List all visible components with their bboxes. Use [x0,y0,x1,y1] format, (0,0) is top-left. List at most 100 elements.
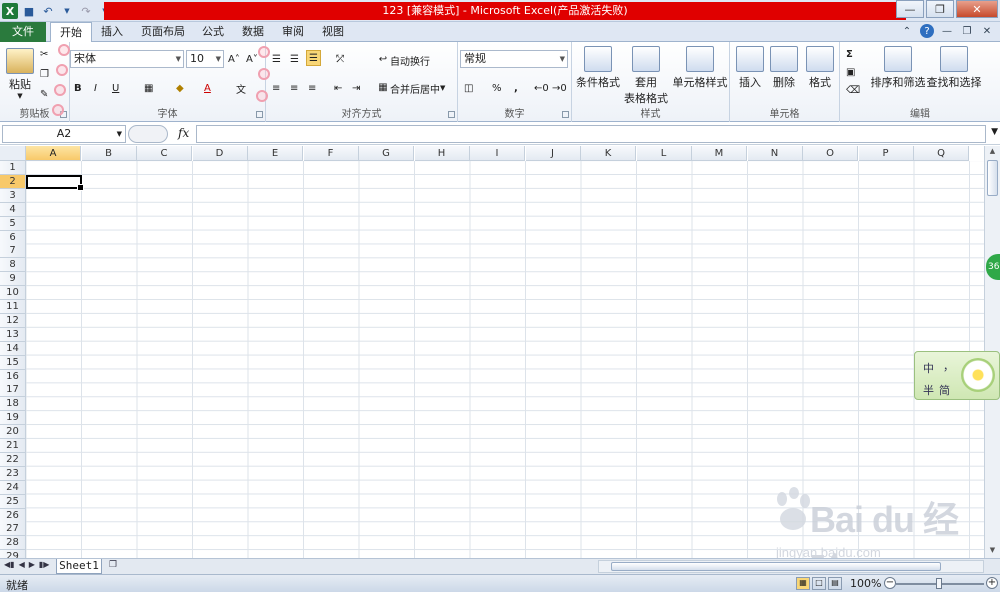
row-header[interactable]: 3 [0,188,26,203]
zoom-slider-knob[interactable] [936,578,942,589]
alignment-launcher-icon[interactable] [448,111,455,118]
fill-color-icon[interactable]: ◆ [176,80,184,96]
row-header[interactable]: 5 [0,216,26,231]
ime-toolbar[interactable]: 中 ， 半 简 [914,351,1000,400]
increase-indent-icon[interactable]: ⇥ [352,80,360,96]
decrease-decimal-icon[interactable]: →0 [552,80,567,96]
column-header[interactable]: F [303,146,359,161]
row-header[interactable]: 24 [0,480,26,495]
expand-formula-icon[interactable]: ▼ [991,127,998,137]
format-cells-button[interactable]: 格式 [804,46,836,90]
align-left-icon[interactable]: ≡ [272,80,280,96]
grow-font-icon[interactable]: A˄ [228,51,240,67]
column-header[interactable]: N [747,146,803,161]
window-minimize-icon[interactable]: — [940,24,954,38]
row-header[interactable]: 17 [0,383,26,398]
ime-language[interactable]: 中 [923,360,934,376]
first-sheet-icon[interactable]: ◀▮ [4,560,15,569]
zoom-out-button[interactable]: − [884,577,896,589]
column-header[interactable]: J [525,146,581,161]
column-header[interactable]: H [414,146,470,161]
font-size-combo[interactable]: 10 ▼ [186,50,224,68]
column-header[interactable]: E [248,146,303,161]
next-sheet-icon[interactable]: ▶ [29,560,35,569]
row-header[interactable]: 15 [0,355,26,370]
restore-button[interactable]: ❐ [926,0,954,18]
delete-cells-button[interactable]: 删除 [768,46,800,90]
active-cell[interactable] [26,175,84,191]
paste-button[interactable]: 粘贴 ▼ [4,48,36,100]
column-header[interactable]: P [858,146,914,161]
row-header[interactable]: 12 [0,313,26,328]
tab-formulas[interactable]: 公式 [198,22,228,42]
minimize-button[interactable]: — [896,0,924,18]
window-close-icon[interactable]: ✕ [980,24,994,38]
tab-view[interactable]: 视图 [318,22,348,42]
comma-button[interactable]: , [514,80,518,96]
align-top-icon[interactable]: ☰ [272,51,281,67]
tab-page-layout[interactable]: 页面布局 [136,22,190,42]
row-header[interactable]: 13 [0,327,26,342]
zoom-in-button[interactable]: + [986,577,998,589]
increase-decimal-icon[interactable]: ←0 [534,80,549,96]
font-name-combo[interactable]: 宋体 ▼ [70,50,184,68]
copy-icon[interactable]: ❐ [40,66,49,82]
row-header[interactable]: 8 [0,258,26,273]
merge-center-button[interactable]: ▦ 合并后居中 ▼ [376,80,445,96]
row-header[interactable]: 19 [0,411,26,426]
number-launcher-icon[interactable] [562,111,569,118]
ime-charset[interactable]: 简 [939,382,950,398]
align-middle-icon[interactable]: ☰ [290,51,299,67]
insert-sheet-icon[interactable]: ❐ [104,560,122,573]
align-bottom-icon[interactable]: ☰ [306,50,321,66]
help-icon[interactable]: ? [920,24,934,38]
column-header[interactable]: B [81,146,137,161]
find-select-button[interactable]: 查找和选择 [926,46,982,90]
conditional-format-button[interactable]: 条件格式 [574,46,622,90]
row-header[interactable]: 9 [0,272,26,287]
row-header[interactable]: 1 [0,161,26,175]
align-right-icon[interactable]: ≡ [308,80,316,96]
underline-button[interactable]: U [112,80,119,96]
select-all-corner[interactable] [0,146,26,161]
row-header[interactable]: 25 [0,494,26,509]
tab-insert[interactable]: 插入 [96,22,128,42]
row-header[interactable]: 11 [0,300,26,314]
save-icon[interactable]: ■ [21,3,37,19]
column-header[interactable]: Q [914,146,969,161]
column-header[interactable]: K [581,146,636,161]
row-header[interactable]: 23 [0,466,26,481]
page-break-view-button[interactable]: ▤ [828,577,842,590]
currency-icon[interactable]: ◫ [464,80,473,96]
column-header[interactable]: G [359,146,414,161]
number-format-combo[interactable]: 常规 ▼ [460,50,568,68]
decrease-indent-icon[interactable]: ⇤ [334,80,342,96]
font-color-icon[interactable]: A [204,80,211,96]
tab-file[interactable]: 文件 [0,22,46,42]
insert-function-button[interactable]: fx [178,126,189,140]
ime-punctuation[interactable]: ， [943,358,954,374]
ime-width[interactable]: 半 [923,382,934,398]
cut-icon[interactable]: ✂ [40,46,48,62]
wrap-text-button[interactable]: ↩ 自动换行 [376,52,430,68]
name-box[interactable]: A2 ▼ [2,125,126,143]
chevron-down-icon[interactable]: ▼ [59,3,75,19]
cell-area[interactable] [26,161,984,558]
column-header[interactable]: O [803,146,858,161]
column-header[interactable]: L [636,146,692,161]
vertical-scroll-thumb[interactable] [987,160,998,196]
tab-review[interactable]: 审阅 [278,22,308,42]
row-header[interactable]: 26 [0,508,26,523]
row-header[interactable]: 4 [0,202,26,217]
minimize-ribbon-icon[interactable]: ⌃ [900,24,914,38]
cell-styles-button[interactable]: 单元格样式 [672,46,728,90]
bold-button[interactable]: B [74,80,82,96]
font-launcher-icon[interactable] [256,111,263,118]
row-header[interactable]: 14 [0,341,26,356]
tab-data[interactable]: 数据 [238,22,268,42]
formula-input[interactable] [196,125,986,143]
window-restore-icon[interactable]: ❐ [960,24,974,38]
page-layout-view-button[interactable]: □ [812,577,826,590]
orientation-icon[interactable]: ⤱ [336,51,344,67]
column-header[interactable]: M [692,146,747,161]
